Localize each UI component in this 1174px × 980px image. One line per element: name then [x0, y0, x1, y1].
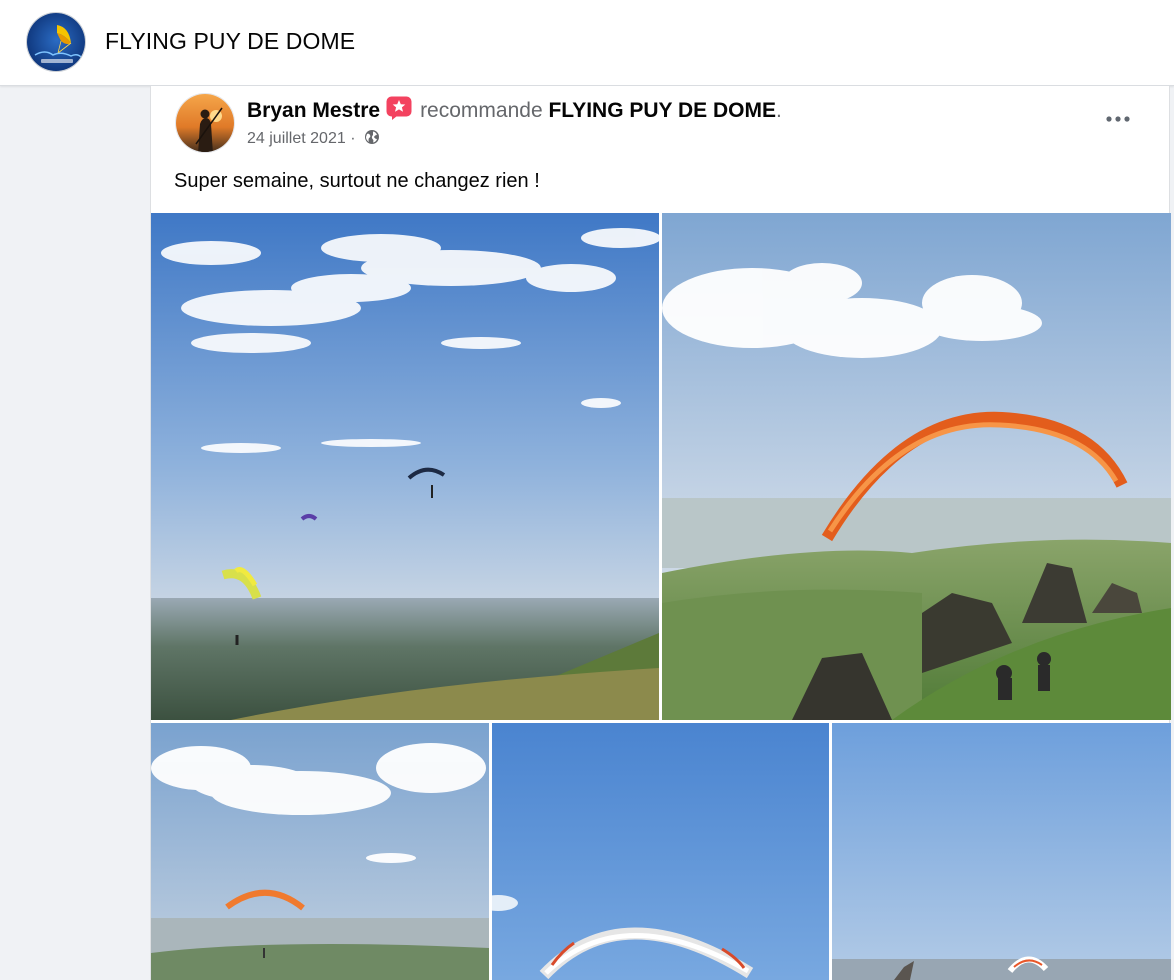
more-options-icon[interactable]: [1099, 104, 1139, 134]
post-date[interactable]: 24 juillet 2021: [247, 130, 346, 147]
page-title[interactable]: FLYING PUY DE DOME: [105, 28, 355, 55]
author-name[interactable]: Bryan Mestre: [247, 99, 380, 122]
meta-separator: ·: [350, 130, 356, 147]
post-header-line: Bryan Mestre recommande FLYING PUY DE DOM…: [247, 96, 782, 123]
recommended-page-link[interactable]: FLYING PUY DE DOME: [548, 99, 776, 122]
paragliders-sky-photo[interactable]: [151, 213, 659, 720]
orange-glider-valley-photo[interactable]: [151, 723, 489, 980]
paraglider-logo-icon[interactable]: [26, 12, 86, 72]
glider-takeoff-photo[interactable]: [832, 723, 1171, 980]
post-card: Bryan Mestre recommande FLYING PUY DE DOM…: [150, 86, 1171, 980]
globe-icon[interactable]: [364, 129, 380, 145]
post-message: Super semaine, surtout ne changez rien !: [174, 170, 540, 192]
author-avatar[interactable]: [175, 93, 235, 153]
post-meta: 24 juillet 2021 ·: [247, 129, 380, 148]
sentence-period: .: [776, 99, 782, 122]
recommend-text: recommande: [420, 99, 543, 122]
white-glider-blue-sky-photo[interactable]: [492, 723, 829, 980]
recommend-star-icon: [386, 96, 412, 120]
page-header: FLYING PUY DE DOME: [0, 0, 1174, 86]
orange-glider-mountain-photo[interactable]: [662, 213, 1171, 720]
